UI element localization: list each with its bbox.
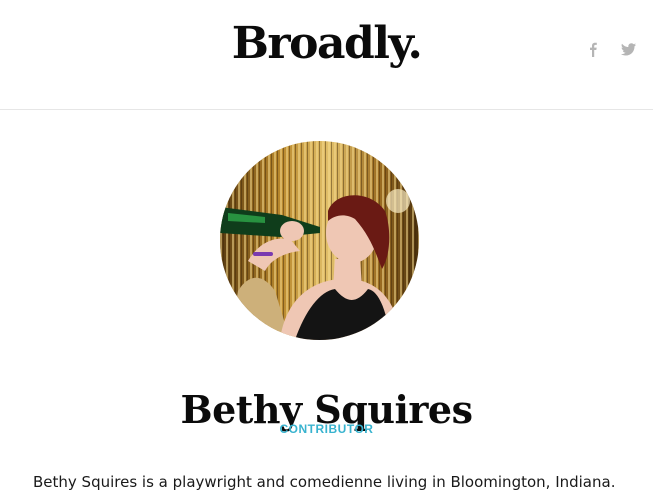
facebook-link[interactable] xyxy=(585,40,601,58)
social-links xyxy=(585,40,637,58)
facebook-icon xyxy=(590,42,597,57)
site-logo[interactable]: Broadly. xyxy=(0,14,653,74)
twitter-icon xyxy=(621,43,636,56)
twitter-link[interactable] xyxy=(621,40,637,58)
site-header: Broadly. xyxy=(0,0,653,110)
profile-photo-illustration xyxy=(220,141,419,340)
contributor-role-badge: CONTRIBUTOR xyxy=(279,422,374,436)
profile-photo xyxy=(220,141,419,340)
contributor-bio: Bethy Squires is a playwright and comedi… xyxy=(33,473,616,491)
